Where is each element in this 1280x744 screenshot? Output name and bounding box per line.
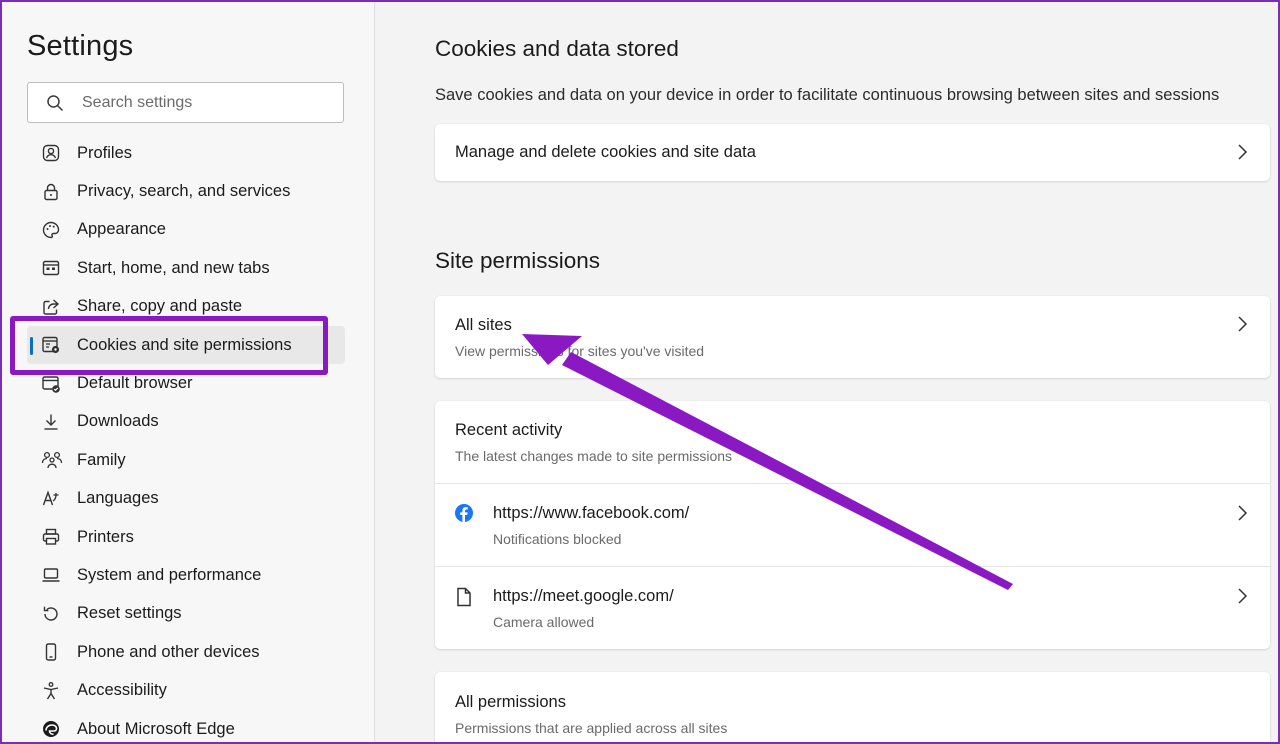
sidebar-item-profiles[interactable]: Profiles	[27, 134, 345, 172]
site-permissions-heading: Site permissions	[435, 248, 601, 273]
settings-title: Settings	[27, 30, 134, 62]
sidebar-item-label: Family	[77, 450, 126, 469]
accessibility-icon	[27, 681, 77, 701]
sidebar-item-start-home[interactable]: Start, home, and new tabs	[27, 249, 345, 287]
sidebar-item-label: Phone and other devices	[77, 642, 260, 661]
sidebar-item-label: Appearance	[77, 220, 166, 239]
languages-icon	[27, 489, 77, 509]
profile-icon	[27, 143, 77, 163]
chevron-right-icon	[1236, 315, 1248, 338]
main-content: Cookies and data stored Save cookies and…	[376, 0, 1280, 744]
manage-cookies-card[interactable]: Manage and delete cookies and site data	[435, 124, 1270, 181]
edge-icon	[27, 719, 77, 739]
sidebar-item-label: System and performance	[77, 565, 262, 584]
all-sites-card[interactable]: All sites View permissions for sites you…	[435, 296, 1270, 378]
sidebar-item-label: Accessibility	[77, 681, 167, 700]
sidebar-item-label: Privacy, search, and services	[77, 182, 291, 201]
search-icon	[28, 94, 82, 112]
cookies-icon	[27, 335, 77, 355]
sidebar-item-share[interactable]: Share, copy and paste	[27, 288, 345, 326]
sidebar-item-label: Cookies and site permissions	[77, 335, 292, 354]
all-permissions-card[interactable]: All permissions Permissions that are app…	[435, 672, 1270, 744]
settings-nav: Profiles Privacy, search, and services A…	[27, 134, 345, 744]
cookies-description: Save cookies and data on your device in …	[435, 86, 1220, 104]
default-browser-icon	[27, 374, 77, 394]
sidebar-item-appearance[interactable]: Appearance	[27, 211, 345, 249]
sidebar-item-phone[interactable]: Phone and other devices	[27, 633, 345, 671]
recent-activity-subtitle: The latest changes made to site permissi…	[455, 448, 733, 464]
facebook-icon	[455, 504, 473, 527]
all-sites-title: All sites	[455, 316, 512, 334]
recent-activity-card: Recent activity The latest changes made …	[435, 401, 1270, 649]
recent-site-row-facebook[interactable]: https://www.facebook.com/ Notifications …	[435, 484, 1270, 566]
lock-icon	[27, 182, 77, 202]
all-sites-subtitle: View permissions for sites you've visite…	[455, 343, 705, 359]
search-box[interactable]	[27, 82, 344, 123]
download-icon	[27, 412, 77, 432]
sidebar-item-reset[interactable]: Reset settings	[27, 595, 345, 633]
recent-site-row-google-meet[interactable]: https://meet.google.com/ Camera allowed	[435, 567, 1270, 649]
sidebar-item-label: Downloads	[77, 412, 159, 431]
sidebar-item-label: Languages	[77, 489, 159, 508]
sidebar-item-label: Printers	[77, 527, 134, 546]
all-permissions-title: All permissions	[455, 693, 566, 711]
sidebar-item-default-browser[interactable]: Default browser	[27, 364, 345, 402]
sidebar-item-printers[interactable]: Printers	[27, 518, 345, 556]
manage-cookies-label: Manage and delete cookies and site data	[455, 143, 756, 161]
sidebar-item-label: Profiles	[77, 143, 133, 162]
cookies-heading: Cookies and data stored	[435, 36, 679, 61]
search-input[interactable]	[82, 93, 322, 112]
sidebar-item-languages[interactable]: Languages	[27, 480, 345, 518]
sidebar-item-label: Default browser	[77, 374, 193, 393]
printer-icon	[27, 527, 77, 547]
all-permissions-subtitle: Permissions that are applied across all …	[455, 720, 728, 736]
site-status: Camera allowed	[493, 614, 595, 630]
chevron-right-icon	[1236, 143, 1248, 166]
site-url: https://www.facebook.com/	[493, 504, 690, 522]
page-icon	[455, 587, 473, 612]
site-status: Notifications blocked	[493, 531, 622, 547]
palette-icon	[27, 220, 77, 240]
sidebar: Settings Profiles Privacy, search, and s…	[0, 0, 375, 744]
family-icon	[27, 450, 77, 470]
sidebar-item-label: Reset settings	[77, 604, 182, 623]
recent-activity-title: Recent activity	[455, 421, 563, 439]
chevron-right-icon	[1236, 504, 1248, 527]
sidebar-item-downloads[interactable]: Downloads	[27, 403, 345, 441]
sidebar-item-system[interactable]: System and performance	[27, 556, 345, 594]
sidebar-item-privacy[interactable]: Privacy, search, and services	[27, 172, 345, 210]
sidebar-item-family[interactable]: Family	[27, 441, 345, 479]
sidebar-item-label: Share, copy and paste	[77, 297, 243, 316]
reset-icon	[27, 604, 77, 624]
phone-icon	[27, 642, 77, 662]
start-tabs-icon	[27, 258, 77, 278]
share-icon	[27, 297, 77, 317]
chevron-right-icon	[1236, 587, 1248, 610]
laptop-icon	[27, 565, 77, 585]
sidebar-item-cookies[interactable]: Cookies and site permissions	[27, 325, 345, 365]
sidebar-item-accessibility[interactable]: Accessibility	[27, 671, 345, 709]
sidebar-item-about[interactable]: About Microsoft Edge	[27, 710, 345, 744]
sidebar-item-label: Start, home, and new tabs	[77, 258, 270, 277]
site-url: https://meet.google.com/	[493, 587, 674, 605]
sidebar-item-label: About Microsoft Edge	[77, 719, 235, 738]
